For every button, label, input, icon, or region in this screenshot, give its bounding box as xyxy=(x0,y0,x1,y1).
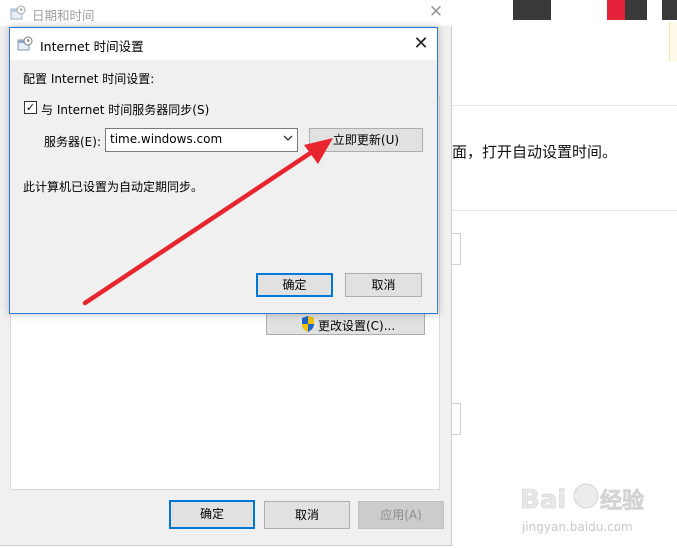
bg-dark-tile xyxy=(513,0,551,20)
update-now-button[interactable]: 立即更新(U) xyxy=(309,128,423,152)
bg-field-edge xyxy=(452,233,461,265)
ok-button[interactable]: 确定 xyxy=(169,500,255,529)
internet-time-settings-dialog: Internet 时间设置 ✕ 配置 Internet 时间设置: ✓ 与 In… xyxy=(9,27,438,314)
bg-field-edge xyxy=(452,403,461,435)
close-icon[interactable]: ✕ xyxy=(408,32,434,56)
close-icon[interactable]: ✕ xyxy=(424,1,448,23)
dialog-cancel-button[interactable]: 取消 xyxy=(345,273,422,297)
apply-label: 应用(A) xyxy=(380,508,422,522)
bg-divider xyxy=(452,105,677,106)
server-value: time.windows.com xyxy=(110,132,223,146)
bg-divider xyxy=(452,210,677,211)
change-settings-button[interactable]: 更改设置(C)... xyxy=(266,313,425,335)
cancel-button[interactable]: 取消 xyxy=(264,501,350,529)
dialog-titlebar: Internet 时间设置 ✕ xyxy=(10,28,437,60)
dialog-ok-button[interactable]: 确定 xyxy=(256,273,333,297)
clock-calendar-icon xyxy=(10,5,26,20)
server-combobox[interactable]: time.windows.com xyxy=(105,128,298,152)
chevron-down-icon[interactable] xyxy=(283,133,293,143)
uac-shield-icon xyxy=(302,316,314,332)
bg-description-text: 面，打开自动设置时间。 xyxy=(452,143,618,161)
window-title: 日期和时间 xyxy=(32,8,95,23)
sync-checkbox[interactable]: ✓ xyxy=(24,101,37,114)
date-time-titlebar: 日期和时间 ✕ xyxy=(0,0,452,26)
update-now-label: 立即更新(U) xyxy=(332,133,400,147)
svg-text:经验: 经验 xyxy=(600,488,644,514)
svg-text:Bai: Bai xyxy=(520,485,566,515)
apply-button[interactable]: 应用(A) xyxy=(358,501,444,529)
bg-dark-tile-3 xyxy=(662,0,677,20)
clock-calendar-icon xyxy=(17,36,33,51)
cancel-label: 取消 xyxy=(294,508,319,522)
baidu-logo: Bai 经验 xyxy=(520,483,644,515)
watermark-url: jingyan.baidu.com xyxy=(522,520,633,534)
dialog-cancel-label: 取消 xyxy=(371,278,396,292)
bg-dark-tile-2 xyxy=(625,0,647,20)
bg-red-tile xyxy=(607,0,625,20)
change-settings-label: 更改设置(C)... xyxy=(318,319,396,333)
dialog-title: Internet 时间设置 xyxy=(40,39,144,54)
configure-label: 配置 Internet 时间设置: xyxy=(23,72,155,86)
dialog-ok-label: 确定 xyxy=(282,278,307,292)
bg-yellow-strip xyxy=(669,22,677,62)
sync-checkbox-label[interactable]: 与 Internet 时间服务器同步(S) xyxy=(41,101,209,118)
server-label: 服务器(E): xyxy=(44,135,101,149)
ok-label: 确定 xyxy=(199,507,224,521)
sync-status-text: 此计算机已设置为自动定期同步。 xyxy=(23,180,204,194)
